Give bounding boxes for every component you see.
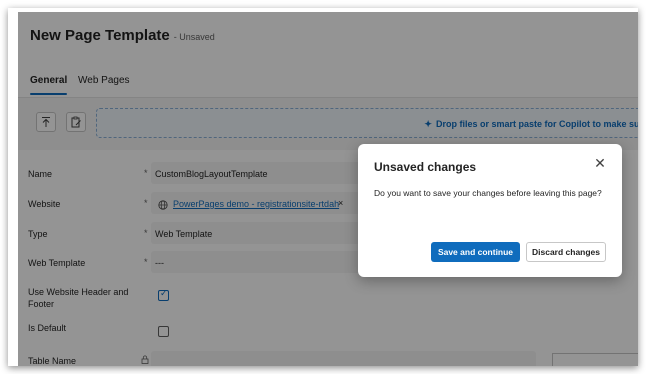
close-icon[interactable]: ✕ <box>592 156 608 172</box>
unsaved-changes-dialog: Unsaved changes ✕ Do you want to save yo… <box>358 144 622 277</box>
discard-changes-button[interactable]: Discard changes <box>526 242 606 262</box>
dialog-title: Unsaved changes <box>374 160 477 174</box>
screenshot-frame: New Page Template - Unsaved General Web P… <box>8 8 638 366</box>
save-and-continue-button[interactable]: Save and continue <box>431 242 520 262</box>
dialog-message: Do you want to save your changes before … <box>374 188 602 198</box>
